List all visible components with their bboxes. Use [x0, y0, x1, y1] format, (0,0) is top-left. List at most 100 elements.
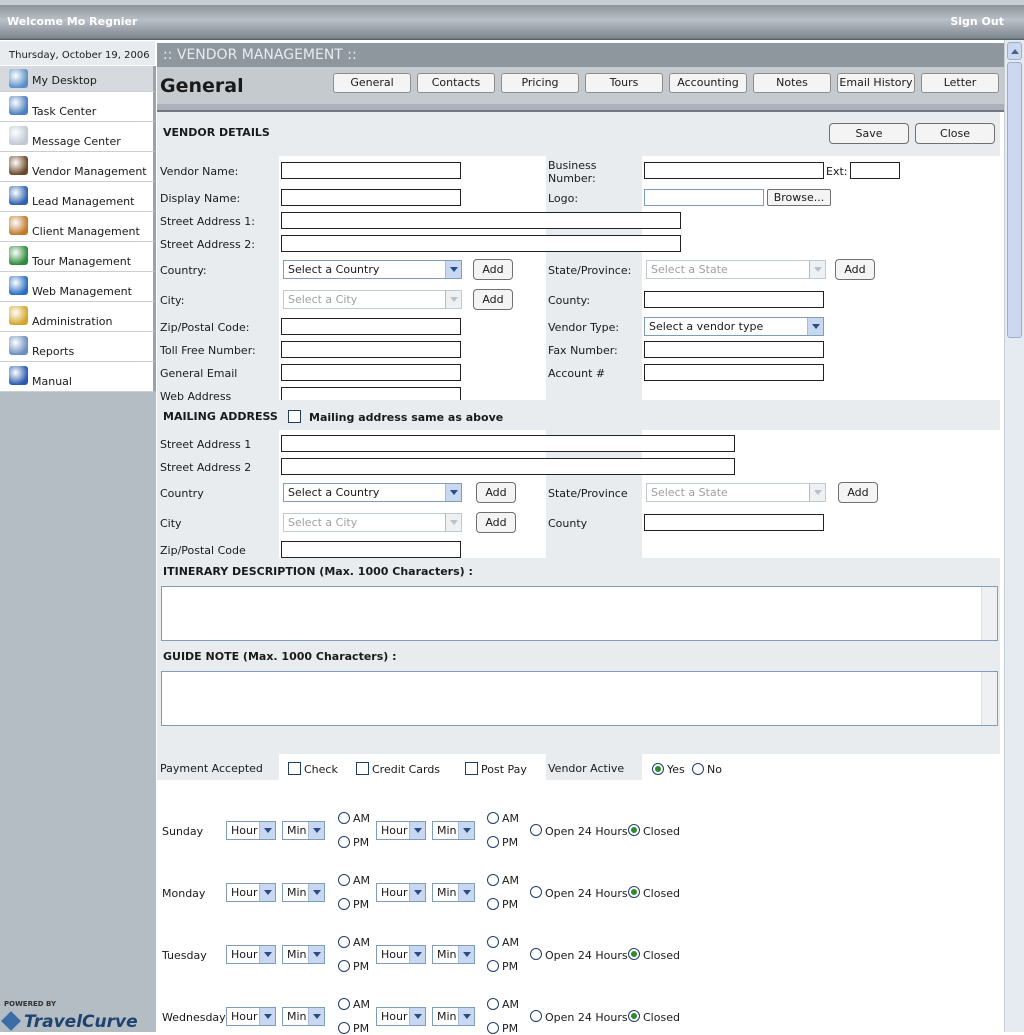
sidebar-item-tour-management[interactable]: Tour Management [0, 242, 156, 272]
zip-input[interactable] [281, 318, 461, 335]
street-address-2-input[interactable] [281, 235, 681, 252]
wednesday-closed-radio[interactable] [628, 1010, 640, 1022]
wednesday-open-24-radio[interactable] [530, 1010, 542, 1022]
mailing-city-select[interactable]: Select a City [283, 513, 462, 532]
sidebar-item-task-center[interactable]: Task Center [0, 92, 156, 122]
close-button[interactable]: Close [915, 123, 995, 144]
wednesday-open-min-select[interactable]: Min [282, 1007, 325, 1026]
country-select[interactable]: Select a Country [283, 260, 462, 279]
monday-close-am-radio[interactable] [487, 874, 499, 886]
wednesday-open-pm-radio[interactable] [338, 1022, 350, 1034]
sidebar-item-client-management[interactable]: Client Management [0, 212, 156, 242]
wednesday-close-am-radio[interactable] [487, 998, 499, 1010]
tuesday-open-24-radio[interactable] [530, 948, 542, 960]
sunday-open-am-radio[interactable] [338, 812, 350, 824]
city-select[interactable]: Select a City [283, 290, 462, 309]
mailing-zip-input[interactable] [281, 541, 461, 558]
tuesday-open-pm-radio[interactable] [338, 960, 350, 972]
save-button[interactable]: Save [829, 123, 909, 144]
scrollbar-thumb[interactable] [1007, 62, 1022, 338]
tab-pricing[interactable]: Pricing [501, 73, 579, 93]
sidebar-item-web-management[interactable]: Web Management [0, 272, 156, 302]
sunday-open-pm-radio[interactable] [338, 836, 350, 848]
sign-out-link[interactable]: Sign Out [950, 15, 1004, 28]
tab-letter[interactable]: Letter [921, 73, 999, 93]
mailing-street-2-input[interactable] [281, 458, 735, 475]
monday-close-hour-select[interactable]: Hour [376, 883, 426, 902]
add-state-button[interactable]: Add [835, 259, 875, 280]
county-input[interactable] [644, 291, 824, 308]
mailing-add-city-button[interactable]: Add [476, 512, 516, 533]
monday-open-24-radio[interactable] [530, 886, 542, 898]
sunday-open-hour-select[interactable]: Hour [226, 821, 276, 840]
wednesday-close-min-select[interactable]: Min [432, 1007, 475, 1026]
add-city-button[interactable]: Add [473, 289, 513, 310]
monday-open-min-select[interactable]: Min [282, 883, 325, 902]
credit-cards-checkbox[interactable] [356, 762, 369, 775]
sidebar-item-administration[interactable]: Administration [0, 302, 156, 332]
post-pay-checkbox[interactable] [465, 762, 478, 775]
mailing-country-select[interactable]: Select a Country [283, 483, 462, 502]
monday-closed-radio[interactable] [628, 886, 640, 898]
mailing-street-1-input[interactable] [281, 435, 735, 452]
mailing-add-country-button[interactable]: Add [476, 482, 516, 503]
vendor-active-no-radio[interactable] [692, 763, 704, 775]
sidebar-item-vendor-management[interactable]: Vendor Management [0, 152, 156, 182]
fax-input[interactable] [644, 341, 824, 358]
sunday-close-am-radio[interactable] [487, 812, 499, 824]
ext-input[interactable] [850, 162, 900, 179]
monday-open-pm-radio[interactable] [338, 898, 350, 910]
street-address-1-input[interactable] [281, 212, 681, 229]
tab-email-history[interactable]: Email History [837, 73, 915, 93]
sidebar-item-manual[interactable]: Manual [0, 362, 156, 392]
tuesday-close-am-radio[interactable] [487, 936, 499, 948]
guide-note-scrollbar[interactable] [981, 672, 997, 725]
tuesday-close-pm-radio[interactable] [487, 960, 499, 972]
display-name-input[interactable] [281, 189, 461, 206]
general-email-input[interactable] [281, 364, 461, 381]
sunday-closed-radio[interactable] [628, 824, 640, 836]
sunday-open-min-select[interactable]: Min [282, 821, 325, 840]
tuesday-close-hour-select[interactable]: Hour [376, 945, 426, 964]
sunday-open-24-radio[interactable] [530, 824, 542, 836]
business-number-input[interactable] [644, 162, 824, 179]
monday-close-min-select[interactable]: Min [432, 883, 475, 902]
monday-open-am-radio[interactable] [338, 874, 350, 886]
tab-contacts[interactable]: Contacts [417, 73, 495, 93]
sunday-close-min-select[interactable]: Min [432, 821, 475, 840]
wednesday-close-pm-radio[interactable] [487, 1022, 499, 1034]
check-checkbox[interactable] [288, 762, 301, 775]
account-input[interactable] [644, 364, 824, 381]
wednesday-open-hour-select[interactable]: Hour [226, 1007, 276, 1026]
mailing-county-input[interactable] [644, 514, 824, 531]
tuesday-open-min-select[interactable]: Min [282, 945, 325, 964]
mailing-state-select[interactable]: Select a State [646, 483, 826, 502]
tuesday-open-am-radio[interactable] [338, 936, 350, 948]
monday-open-hour-select[interactable]: Hour [226, 883, 276, 902]
mailing-add-state-button[interactable]: Add [838, 482, 878, 503]
tuesday-open-hour-select[interactable]: Hour [226, 945, 276, 964]
same-address-checkbox[interactable] [288, 410, 301, 423]
vendor-type-select[interactable]: Select a vendor type [644, 317, 824, 336]
tuesday-closed-radio[interactable] [628, 948, 640, 960]
logo-file-input[interactable] [644, 189, 764, 206]
tuesday-close-min-select[interactable]: Min [432, 945, 475, 964]
monday-close-pm-radio[interactable] [487, 898, 499, 910]
wednesday-open-am-radio[interactable] [338, 998, 350, 1010]
tab-accounting[interactable]: Accounting [669, 73, 747, 93]
state-select[interactable]: Select a State [646, 260, 826, 279]
sidebar-item-my-desktop[interactable]: My Desktop [0, 66, 156, 92]
scroll-up-icon[interactable] [1007, 42, 1022, 60]
toll-free-input[interactable] [281, 341, 461, 358]
itinerary-scrollbar[interactable] [981, 587, 997, 640]
sunday-close-hour-select[interactable]: Hour [376, 821, 426, 840]
add-country-button[interactable]: Add [473, 259, 513, 280]
tab-notes[interactable]: Notes [753, 73, 831, 93]
itinerary-textarea[interactable] [161, 586, 998, 641]
guide-note-textarea[interactable] [161, 671, 998, 726]
sidebar-item-reports[interactable]: Reports [0, 332, 156, 362]
wednesday-close-hour-select[interactable]: Hour [376, 1007, 426, 1026]
vendor-active-yes-radio[interactable] [652, 763, 664, 775]
tab-tours[interactable]: Tours [585, 73, 663, 93]
tab-general[interactable]: General [333, 73, 411, 93]
